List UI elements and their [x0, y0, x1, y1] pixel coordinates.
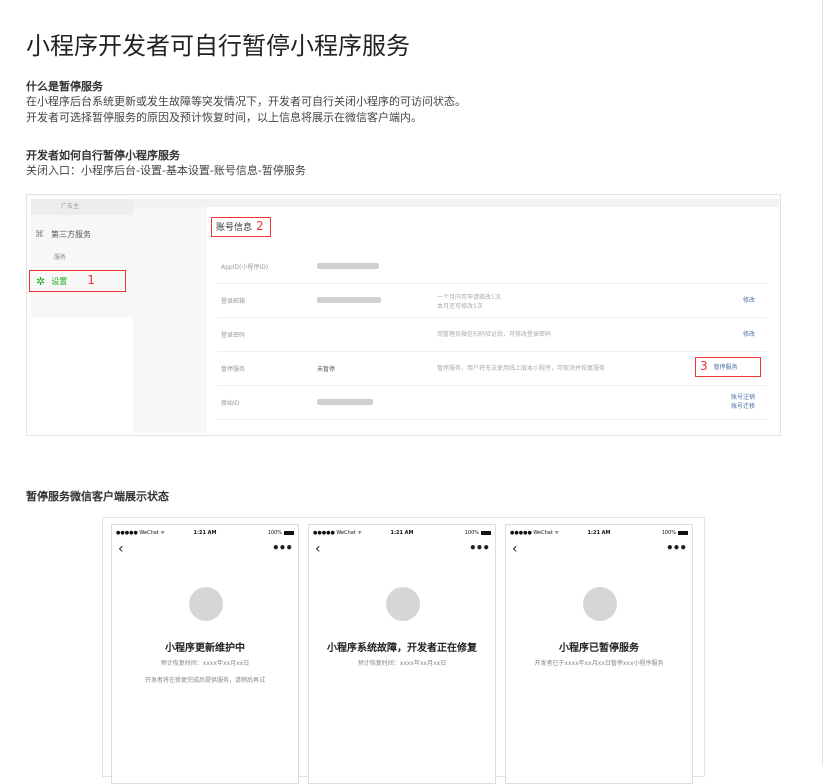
info-row-password: 登录密码 用管理员微信扫码验证后，可修改登录密码 修改 — [217, 317, 767, 352]
account-info-label: 账号信息 — [216, 223, 253, 233]
sidebar-item-label: 设置 — [51, 277, 68, 286]
battery-indicator: 100% — [662, 530, 688, 536]
state-title: 小程序更新维护中 — [165, 643, 245, 654]
account-info-heading: 账号信息 2 — [211, 217, 271, 237]
row-description: 暂停服务，用户将无法使用线上版本小程序，可取消并恢复服务 — [437, 365, 606, 372]
state-subtitle: 预计恢复时间：xxxx年xx月xx日 — [357, 660, 447, 667]
admin-topbar — [133, 199, 779, 207]
modify-email-link[interactable]: 修改 — [743, 296, 755, 305]
sidebar-item-label: 第三方服务 — [51, 230, 91, 239]
section-heading-client-states: 暂停服务微信客户端展示状态 — [26, 490, 169, 503]
section-paragraph-line: 开发者可选择暂停服务的原因及预计恢复时间，以上信息将展示在微信客户端内。 — [26, 111, 422, 124]
more-dots-icon[interactable]: ••• — [666, 541, 687, 555]
battery-icon — [481, 530, 491, 535]
phone-paused: ●●●●● WeChat ᯤ 1:21 AM 100% ‹ ••• 小程序已暂停… — [505, 524, 693, 784]
row-description: 一个月内可申请修改1次 本月还可修改1次 — [437, 294, 501, 310]
sidebar-item-third-party[interactable]: ⌘ 第三方服务 — [35, 229, 91, 240]
state-subtitle: 开发者将在修复完成后提供服务，请稍后再试 — [144, 677, 265, 684]
sidebar-item-settings[interactable]: ✲ 设置 1 — [29, 270, 126, 292]
more-dots-icon[interactable]: ••• — [469, 541, 490, 555]
row-label: 暂停服务 — [221, 366, 246, 373]
row-label: AppID(小程序ID) — [221, 264, 269, 271]
gear-icon: ✲ — [36, 275, 46, 288]
section-paragraph-line: 在小程序后台系统更新或发生故障等突发情况下，开发者可自行关闭小程序的可访问状态。 — [26, 95, 466, 108]
entry-path-text: 关闭入口：小程序后台-设置-基本设置-账号信息-暂停服务 — [26, 164, 306, 177]
info-row-pause: 暂停服务 未暂停 暂停服务，用户将无法使用线上版本小程序，可取消并恢复服务 3暂… — [217, 351, 767, 386]
sidebar-item-service[interactable]: 服务 — [54, 252, 66, 261]
state-title: 小程序已暂停服务 — [559, 643, 639, 654]
step-number-3: 3 — [700, 359, 708, 373]
info-row-original-id: 原始ID 账号注销 账号迁移 — [217, 385, 767, 420]
row-label: 登录密码 — [221, 332, 246, 339]
state-title: 小程序系统故障，开发者正在修复 — [327, 643, 477, 654]
appid-value-redacted — [317, 262, 379, 269]
mini-program-avatar — [189, 587, 223, 621]
status-bar: ●●●●● WeChat ᯤ 1:21 AM 100% — [116, 529, 294, 539]
battery-indicator: 100% — [465, 530, 491, 536]
back-chevron-icon[interactable]: ‹ — [512, 541, 518, 557]
third-party-icon: ⌘ — [35, 230, 44, 240]
battery-indicator: 100% — [268, 530, 294, 536]
pause-status: 未暂停 — [317, 366, 336, 373]
section-heading-what: 什么是暂停服务 — [26, 80, 103, 93]
back-chevron-icon[interactable]: ‹ — [315, 541, 321, 557]
info-row-appid: AppID(小程序ID) — [217, 249, 767, 284]
section-heading-how: 开发者如何自行暂停小程序服务 — [26, 149, 180, 162]
phone-maintenance: ●●●●● WeChat ᯤ 1:21 AM 100% ‹ ••• 小程序更新维… — [111, 524, 299, 784]
admin-sidebar — [31, 199, 133, 317]
step-number-2: 2 — [256, 219, 264, 233]
back-chevron-icon[interactable]: ‹ — [118, 541, 124, 557]
more-dots-icon[interactable]: ••• — [272, 541, 293, 555]
original-id-redacted — [317, 398, 373, 405]
page-title: 小程序开发者可自行暂停小程序服务 — [26, 32, 410, 60]
battery-icon — [284, 530, 294, 535]
battery-text: 100% — [464, 530, 479, 536]
phone-failure: ●●●●● WeChat ᯤ 1:21 AM 100% ‹ ••• 小程序系统故… — [308, 524, 496, 784]
status-bar: ●●●●● WeChat ᯤ 1:21 AM 100% — [510, 529, 688, 539]
status-bar: ●●●●● WeChat ᯤ 1:21 AM 100% — [313, 529, 491, 539]
right-divider — [822, 0, 823, 765]
mini-program-avatar — [386, 587, 420, 621]
mini-program-avatar — [583, 587, 617, 621]
battery-text: 100% — [661, 530, 676, 536]
modify-password-link[interactable]: 修改 — [743, 330, 755, 339]
pause-service-button[interactable]: 3 暂停服务 — [695, 357, 761, 377]
sidebar-top-label: 广告主 — [31, 199, 133, 215]
row-description: 用管理员微信扫码验证后，可修改登录密码 — [437, 331, 552, 338]
admin-screenshot: 广告主 ⌘ 第三方服务 服务 ✲ 设置 1 账号信息 2 AppID(小程序ID) 登录… — [26, 194, 781, 436]
row-label: 原始ID — [221, 400, 240, 407]
info-row-email: 登录邮箱 一个月内可申请修改1次 本月还可修改1次 修改 — [217, 283, 767, 318]
email-value-redacted — [317, 296, 381, 303]
battery-icon — [678, 530, 688, 535]
step-number-1: 1 — [87, 273, 95, 287]
client-states-screenshot: ●●●●● WeChat ᯤ 1:21 AM 100% ‹ ••• 小程序更新维… — [102, 517, 705, 784]
admin-gutter — [133, 207, 207, 433]
pause-service-label: 暂停服务 — [713, 364, 738, 371]
state-subtitle: 开发者已于xxxx年xx月xx日暂停xxx小程序服务 — [534, 660, 664, 667]
battery-text: 100% — [267, 530, 282, 536]
account-actions-links[interactable]: 账号注销 账号迁移 — [731, 393, 755, 411]
state-subtitle: 预计恢复时间：xxxx年xx月xx日 — [160, 660, 250, 667]
row-label: 登录邮箱 — [221, 298, 246, 305]
